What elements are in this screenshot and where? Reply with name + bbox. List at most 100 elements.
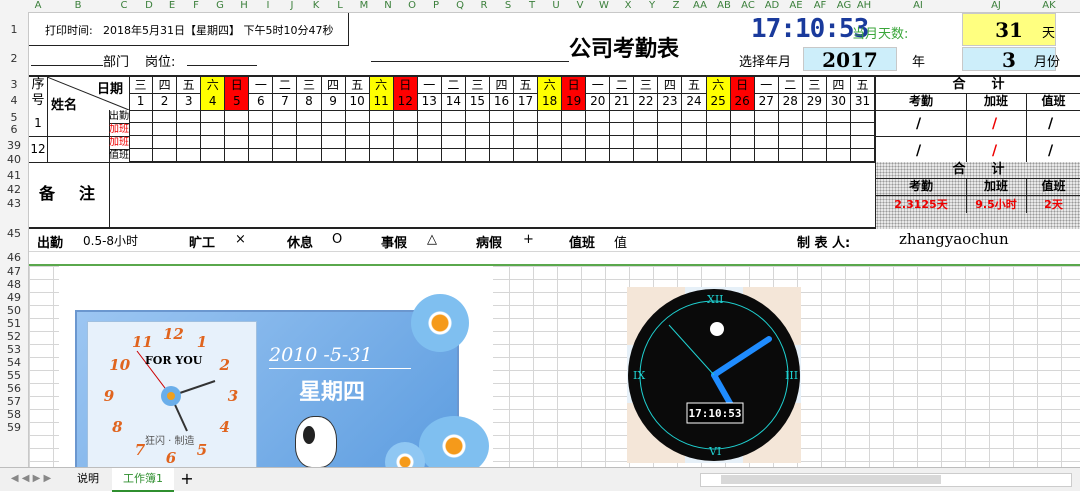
attendance-entry-cell[interactable]: [417, 136, 442, 149]
column-header-z[interactable]: Z: [668, 0, 684, 12]
attendance-entry-cell[interactable]: [730, 123, 755, 136]
row-header-57[interactable]: 57: [0, 395, 28, 408]
attendance-entry-cell[interactable]: [562, 123, 587, 136]
attendance-entry-cell[interactable]: [586, 110, 611, 123]
attendance-entry-cell[interactable]: [850, 149, 875, 162]
column-header-ac[interactable]: AC: [740, 0, 756, 12]
attendance-entry-cell[interactable]: [658, 123, 683, 136]
horizontal-scrollbar[interactable]: [700, 473, 1072, 487]
attendance-entry-cell[interactable]: [754, 149, 779, 162]
column-header-i[interactable]: I: [260, 0, 276, 12]
attendance-entry-cell[interactable]: [682, 110, 707, 123]
attendance-entry-cell[interactable]: [706, 123, 731, 136]
attendance-entry-cell[interactable]: [802, 149, 827, 162]
attendance-entry-cell[interactable]: [634, 136, 659, 149]
row12-name-cell[interactable]: [47, 136, 110, 163]
attendance-entry-cell[interactable]: [129, 149, 154, 162]
attendance-entry-cell[interactable]: [393, 110, 418, 123]
attendance-entry-cell[interactable]: [610, 110, 635, 123]
row-header-1[interactable]: 1: [0, 23, 28, 36]
row-header-55[interactable]: 55: [0, 369, 28, 382]
column-header-t[interactable]: T: [524, 0, 540, 12]
column-header-p[interactable]: P: [428, 0, 444, 12]
row-header-4[interactable]: 4: [0, 94, 28, 107]
attendance-entry-cell[interactable]: [802, 136, 827, 149]
column-header-ab[interactable]: AB: [716, 0, 732, 12]
attendance-entry-cell[interactable]: [658, 149, 683, 162]
attendance-entry-cell[interactable]: [369, 110, 394, 123]
attendance-entry-grid[interactable]: [129, 110, 875, 163]
tab-instructions[interactable]: 说明: [66, 468, 110, 490]
attendance-entry-cell[interactable]: [153, 136, 178, 149]
attendance-entry-cell[interactable]: [225, 136, 250, 149]
attendance-entry-cell[interactable]: [682, 136, 707, 149]
round-clock-widget[interactable]: XII III VI IX 17:10:53: [627, 287, 801, 463]
row-header-53[interactable]: 53: [0, 343, 28, 356]
attendance-entry-cell[interactable]: [586, 149, 611, 162]
column-header-k[interactable]: K: [308, 0, 324, 12]
attendance-entry-cell[interactable]: [826, 123, 851, 136]
attendance-entry-cell[interactable]: [201, 110, 226, 123]
attendance-entry-cell[interactable]: [465, 136, 490, 149]
row-header-42[interactable]: 42: [0, 183, 28, 196]
attendance-entry-cell[interactable]: [489, 136, 515, 149]
column-header-af[interactable]: AF: [812, 0, 828, 12]
attendance-entry-cell[interactable]: [610, 149, 635, 162]
attendance-entry-cell[interactable]: [249, 136, 274, 149]
row-header-47[interactable]: 47: [0, 265, 28, 278]
attendance-entry-cell[interactable]: [417, 110, 442, 123]
row-header-39[interactable]: 39: [0, 139, 28, 152]
column-header-o[interactable]: O: [404, 0, 420, 12]
column-header-ag[interactable]: AG: [836, 0, 852, 12]
attendance-entry-cell[interactable]: [369, 123, 394, 136]
attendance-entry-cell[interactable]: [826, 136, 851, 149]
attendance-entry-cell[interactable]: [417, 123, 442, 136]
tab-nav-arrows[interactable]: ◀ ◀ ▶ ▶: [0, 468, 62, 490]
attendance-entry-cell[interactable]: [754, 136, 779, 149]
column-header-ak[interactable]: AK: [1041, 0, 1057, 12]
attendance-entry-cell[interactable]: [514, 149, 539, 162]
attendance-entry-cell[interactable]: [297, 149, 322, 162]
attendance-entry-cell[interactable]: [802, 123, 827, 136]
column-header-l[interactable]: L: [332, 0, 348, 12]
column-header-j[interactable]: J: [284, 0, 300, 12]
attendance-entry-cell[interactable]: [538, 136, 563, 149]
row-header-56[interactable]: 56: [0, 382, 28, 395]
attendance-entry-cell[interactable]: [177, 110, 202, 123]
attendance-entry-cell[interactable]: [297, 136, 322, 149]
column-header-ah[interactable]: AH: [856, 0, 872, 12]
attendance-entry-cell[interactable]: [489, 110, 515, 123]
attendance-entry-cell[interactable]: [706, 149, 731, 162]
attendance-entry-cell[interactable]: [153, 123, 178, 136]
attendance-entry-cell[interactable]: [441, 123, 466, 136]
row1-name-cell[interactable]: [47, 110, 110, 137]
attendance-entry-cell[interactable]: [730, 110, 755, 123]
row-header-58[interactable]: 58: [0, 408, 28, 421]
attendance-entry-cell[interactable]: [682, 149, 707, 162]
column-header-q[interactable]: Q: [452, 0, 468, 12]
column-header-e[interactable]: E: [164, 0, 180, 12]
calendar-widget[interactable]: 12 1 2 3 4 5 6 7 8 9 10 11 FOR YOU 狂闪 · 制造 2010 -5-…: [59, 266, 493, 468]
attendance-entry-cell[interactable]: [514, 123, 539, 136]
column-header-n[interactable]: N: [380, 0, 396, 12]
attendance-entry-cell[interactable]: [345, 110, 370, 123]
attendance-entry-cell[interactable]: [273, 110, 298, 123]
attendance-entry-cell[interactable]: [706, 110, 731, 123]
attendance-entry-cell[interactable]: [393, 149, 418, 162]
add-sheet-button[interactable]: +: [176, 468, 198, 490]
attendance-entry-cell[interactable]: [441, 149, 466, 162]
row-header-51[interactable]: 51: [0, 317, 28, 330]
attendance-entry-cell[interactable]: [538, 123, 563, 136]
attendance-entry-cell[interactable]: [706, 136, 731, 149]
attendance-entry-cell[interactable]: [129, 110, 154, 123]
attendance-entry-cell[interactable]: [297, 110, 322, 123]
attendance-entry-cell[interactable]: [177, 123, 202, 136]
attendance-entry-cell[interactable]: [562, 136, 587, 149]
attendance-entry-cell[interactable]: [177, 149, 202, 162]
attendance-entry-cell[interactable]: [730, 136, 755, 149]
attendance-entry-cell[interactable]: [441, 110, 466, 123]
attendance-entry-cell[interactable]: [321, 123, 346, 136]
attendance-entry-cell[interactable]: [201, 123, 226, 136]
attendance-entry-cell[interactable]: [177, 136, 202, 149]
attendance-entry-cell[interactable]: [321, 110, 346, 123]
